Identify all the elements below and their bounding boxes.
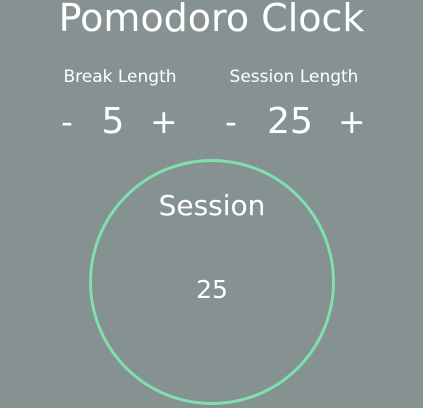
session-length-control: Session Length - 25 + <box>212 66 376 148</box>
clock-mode-label: Session <box>158 189 266 222</box>
break-length-label: Break Length <box>63 67 177 87</box>
session-length-value: 25 <box>267 101 313 142</box>
session-decrement-button[interactable]: - <box>225 104 237 140</box>
session-length-label: Session Length <box>229 67 359 87</box>
break-increment-button[interactable]: + <box>150 104 178 140</box>
page-title: Pomodoro Clock <box>58 0 365 40</box>
break-length-row: - 5 + <box>40 101 200 148</box>
break-decrement-button[interactable]: - <box>61 104 73 140</box>
session-length-row: - 25 + <box>212 101 376 148</box>
timer-clock-button[interactable]: Session 25 <box>89 159 335 405</box>
clock-time-display: 25 <box>196 275 228 304</box>
break-length-value: 5 <box>101 101 125 142</box>
session-increment-button[interactable]: + <box>338 104 366 140</box>
break-length-control: Break Length - 5 + <box>40 66 200 148</box>
